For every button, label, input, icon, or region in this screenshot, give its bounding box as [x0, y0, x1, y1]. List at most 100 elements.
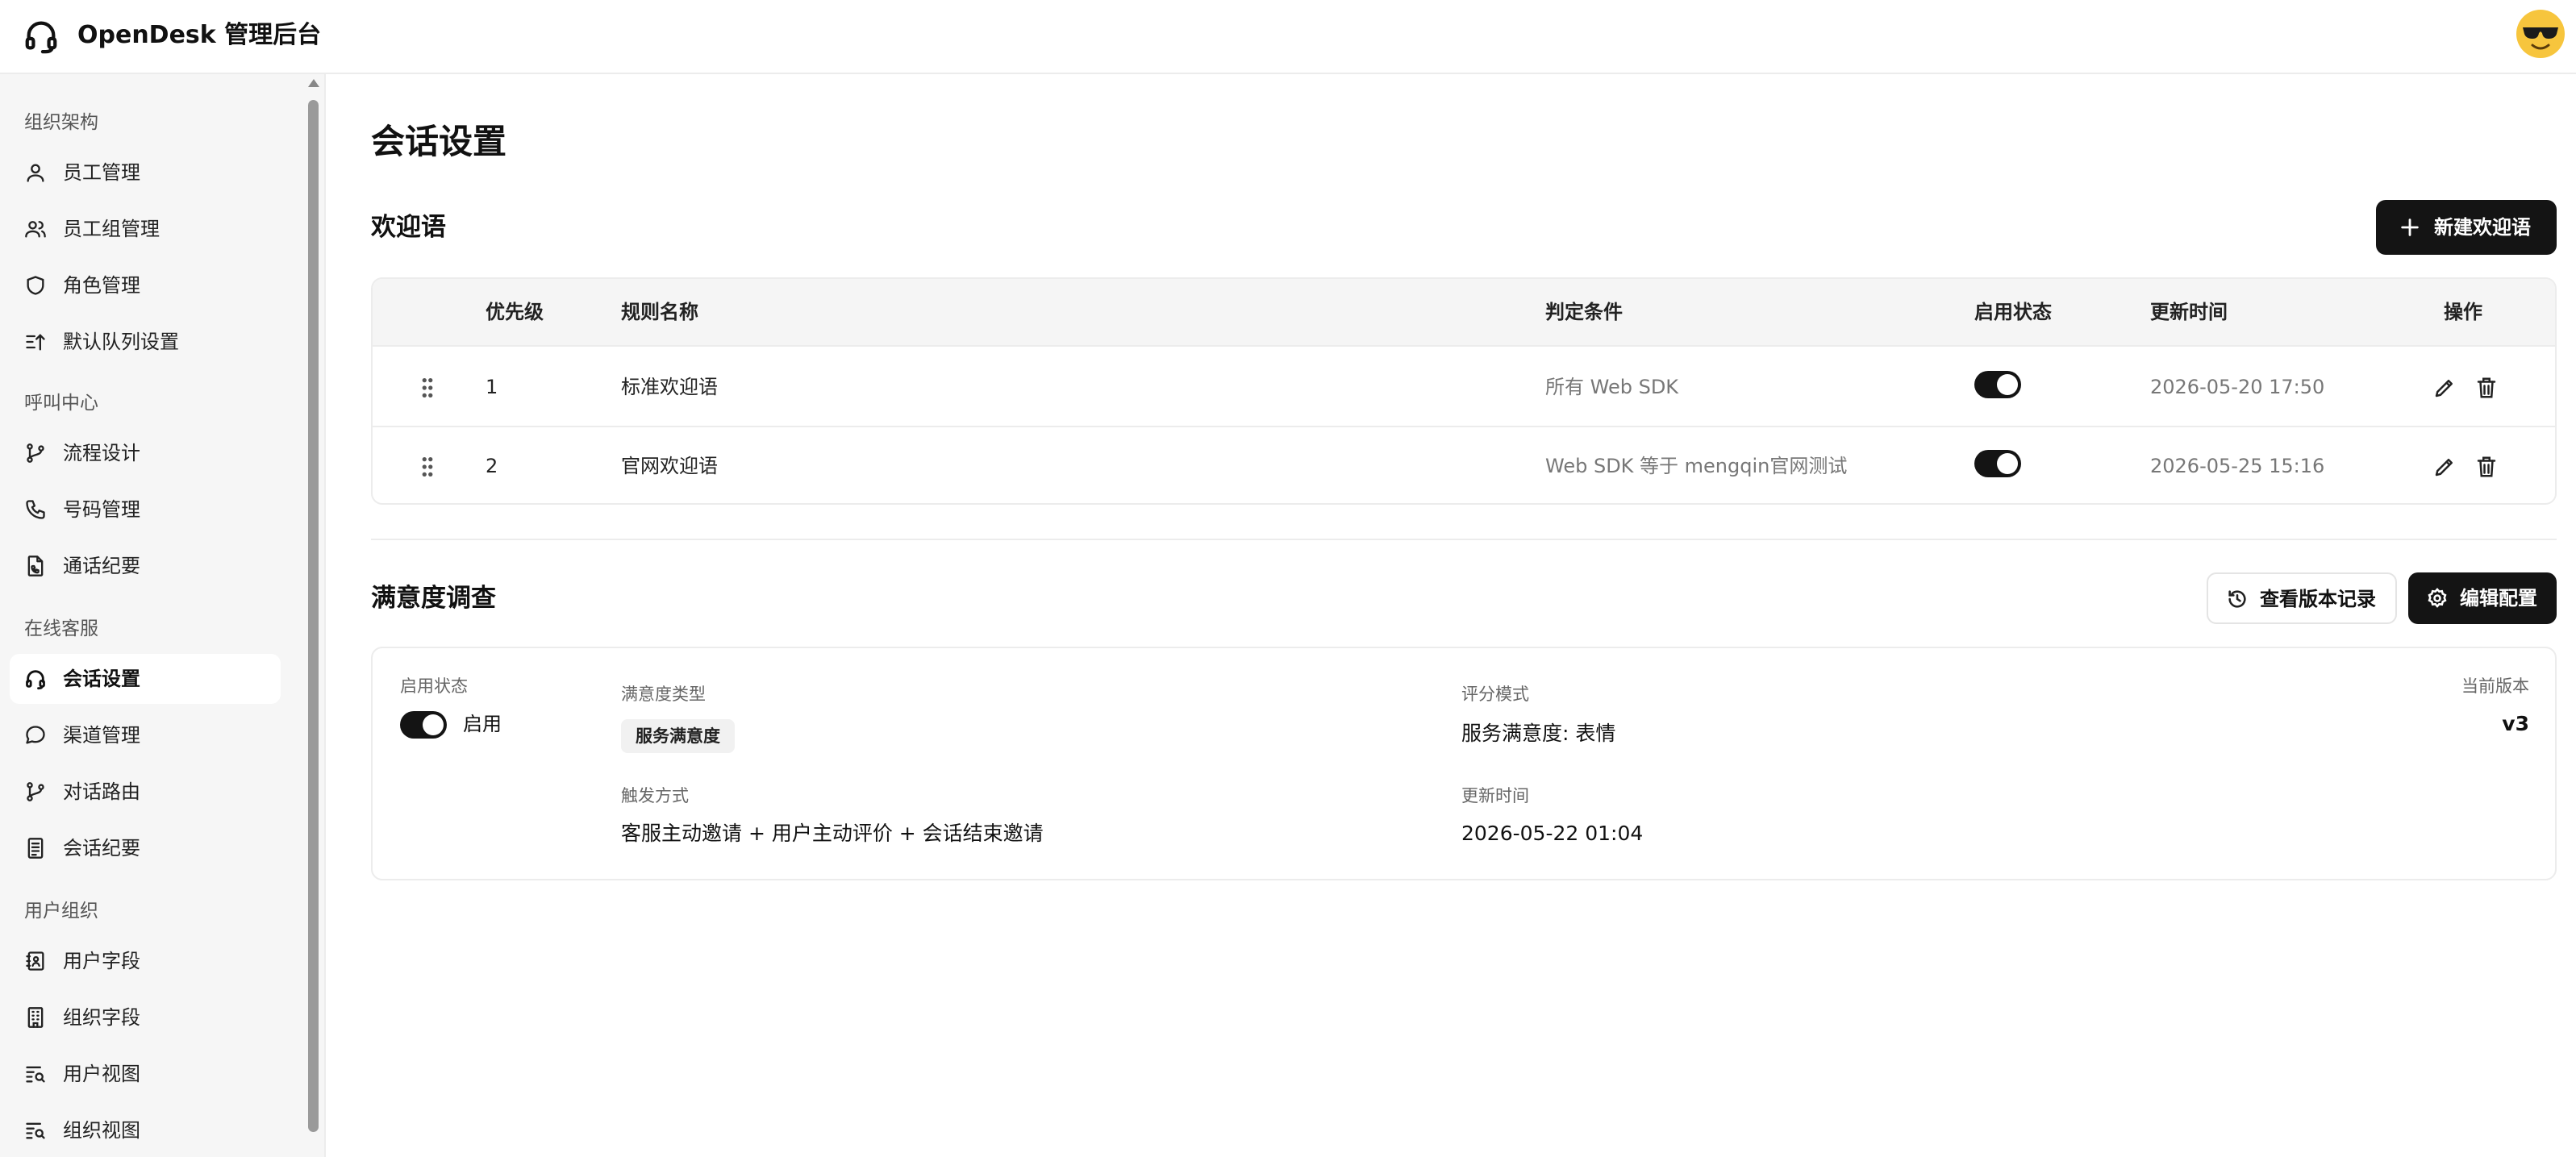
rating-mode-value: 服务满意度: 表情: [1461, 722, 1616, 745]
status-label: 启用状态: [400, 676, 468, 696]
view-version-history-button[interactable]: 查看版本记录: [2207, 572, 2397, 624]
sidebar-item-user-views[interactable]: 用户视图: [10, 1049, 281, 1099]
version-label: 当前版本: [2461, 676, 2529, 696]
headset-icon: [26, 670, 45, 690]
phone-icon: [26, 500, 45, 519]
sidebar-section-call-center: 呼叫中心: [24, 393, 98, 414]
table-row: 2 官网欢迎语 Web SDK 等于 mengqin官网测试 2026-05-2…: [373, 427, 2555, 503]
enable-toggle[interactable]: [1974, 450, 2021, 477]
building-icon: [27, 1007, 44, 1028]
col-condition: 判定条件: [1545, 301, 1623, 323]
status-value: 启用: [463, 713, 502, 735]
edit-pencil-icon[interactable]: [2432, 455, 2457, 479]
sidebar-item-user-fields[interactable]: 用户字段: [10, 936, 281, 986]
sidebar-item-label: 员工管理: [63, 161, 140, 184]
user-icon: [27, 164, 44, 182]
sidebar-item-dialog-routing[interactable]: 对话路由: [10, 767, 281, 817]
sidebar-scroll-thumb[interactable]: [308, 100, 319, 1132]
section-divider: [371, 539, 2557, 540]
trigger-label: 触发方式: [621, 786, 689, 805]
sidebar-item-default-queue[interactable]: 默认队列设置: [10, 317, 281, 367]
sidebar-item-numbers[interactable]: 号码管理: [10, 485, 281, 535]
sidebar-item-label: 会话设置: [63, 668, 140, 690]
delete-trash-icon[interactable]: [2474, 455, 2499, 479]
sidebar-item-label: 用户字段: [63, 950, 140, 972]
route-branch-icon: [27, 782, 44, 801]
table-header: 优先级 规则名称 判定条件 启用状态 更新时间 操作: [373, 279, 2555, 347]
version-value: v3: [2502, 712, 2529, 735]
survey-type-tag: 服务满意度: [621, 719, 735, 753]
plus-icon: [2401, 218, 2419, 236]
col-status: 启用状态: [1974, 301, 2052, 323]
greeting-table: 优先级 规则名称 判定条件 启用状态 更新时间 操作 1 标准欢迎语 所有 We…: [371, 277, 2557, 505]
top-bar: OpenDesk 管理后台: [0, 0, 2576, 74]
contact-book-icon: [26, 951, 44, 971]
avatar[interactable]: [2515, 8, 2566, 60]
app-title: OpenDesk 管理后台: [77, 21, 322, 49]
col-priority: 优先级: [486, 301, 544, 323]
flow-branch-icon: [27, 443, 44, 463]
greeting-heading: 欢迎语: [371, 213, 446, 242]
enable-toggle[interactable]: [1974, 371, 2021, 398]
rating-mode-label: 评分模式: [1461, 685, 1529, 704]
sidebar-item-label: 通话纪要: [63, 555, 140, 577]
view-version-history-label: 查看版本记录: [2260, 588, 2376, 610]
document-icon: [27, 838, 44, 859]
list-search-icon: [26, 1066, 45, 1083]
new-greeting-button[interactable]: 新建欢迎语: [2376, 200, 2557, 255]
scroll-up-arrow-icon[interactable]: [308, 79, 319, 87]
chat-bubble-icon: [26, 726, 45, 744]
sidebar-item-org-views[interactable]: 组织视图: [10, 1105, 281, 1155]
sidebar-item-flow-design[interactable]: 流程设计: [10, 428, 281, 478]
history-icon: [2228, 590, 2246, 608]
sidebar-item-roles[interactable]: 角色管理: [10, 260, 281, 310]
edit-config-label: 编辑配置: [2460, 587, 2537, 610]
survey-type-label: 满意度类型: [621, 685, 706, 704]
survey-card: 启用状态 启用 满意度类型 服务满意度 评分模式 服务满意度: 表情 当前版本 …: [371, 647, 2557, 880]
sidebar-item-label: 流程设计: [63, 442, 140, 464]
headset-logo-icon: [25, 21, 57, 54]
page-title: 会话设置: [371, 122, 507, 161]
cell-rule-name: 官网欢迎语: [621, 455, 718, 477]
toggle-knob: [423, 714, 444, 735]
sidebar-item-employee-groups[interactable]: 员工组管理: [10, 204, 281, 254]
sidebar-item-session-notes[interactable]: 会话纪要: [10, 823, 281, 873]
sidebar-item-label: 会话纪要: [63, 837, 140, 859]
shield-icon: [27, 276, 44, 295]
table-row: 1 标准欢迎语 所有 Web SDK 2026-05-20 17:50: [373, 348, 2555, 427]
sidebar-item-label: 对话路由: [63, 780, 140, 803]
drag-handle-icon[interactable]: [419, 455, 436, 479]
toggle-knob: [1997, 374, 2018, 395]
sidebar-item-channels[interactable]: 渠道管理: [10, 710, 281, 760]
sidebar-item-label: 组织字段: [63, 1006, 140, 1029]
sidebar-section-online-service: 在线客服: [24, 618, 98, 639]
survey-enable-toggle[interactable]: [400, 711, 447, 739]
sidebar-item-call-notes[interactable]: 通话纪要: [10, 541, 281, 591]
sidebar-item-org-fields[interactable]: 组织字段: [10, 993, 281, 1043]
trigger-value: 客服主动邀请 + 用户主动评价 + 会话结束邀请: [621, 822, 1044, 845]
survey-heading: 满意度调查: [371, 584, 496, 613]
edit-pencil-icon[interactable]: [2432, 376, 2457, 400]
sidebar-item-label: 用户视图: [63, 1063, 140, 1085]
edit-config-button[interactable]: 编辑配置: [2408, 572, 2557, 624]
sidebar-item-employees[interactable]: 员工管理: [10, 148, 281, 198]
sidebar-item-label: 号码管理: [63, 498, 140, 521]
sidebar-item-label: 员工组管理: [63, 218, 160, 240]
cell-priority: 2: [486, 455, 498, 477]
col-rule-name: 规则名称: [621, 301, 698, 323]
toggle-knob: [1997, 453, 2018, 474]
sidebar-item-label: 角色管理: [63, 274, 140, 297]
sidebar-item-label: 渠道管理: [63, 724, 140, 747]
sidebar-section-org: 组织架构: [24, 112, 98, 133]
sidebar-section-user-org: 用户组织: [24, 901, 98, 922]
sidebar-item-session-settings[interactable]: 会话设置: [10, 654, 281, 704]
delete-trash-icon[interactable]: [2474, 376, 2499, 400]
col-updated: 更新时间: [2150, 301, 2228, 323]
cell-updated: 2026-05-25 15:16: [2150, 455, 2325, 477]
sidebar-scrollbar[interactable]: [305, 74, 321, 1157]
drag-handle-icon[interactable]: [419, 376, 436, 400]
col-actions: 操作: [2444, 301, 2482, 323]
updated-value: 2026-05-22 01:04: [1461, 822, 1644, 845]
cell-rule-name: 标准欢迎语: [621, 376, 718, 398]
cell-updated: 2026-05-20 17:50: [2150, 376, 2325, 398]
